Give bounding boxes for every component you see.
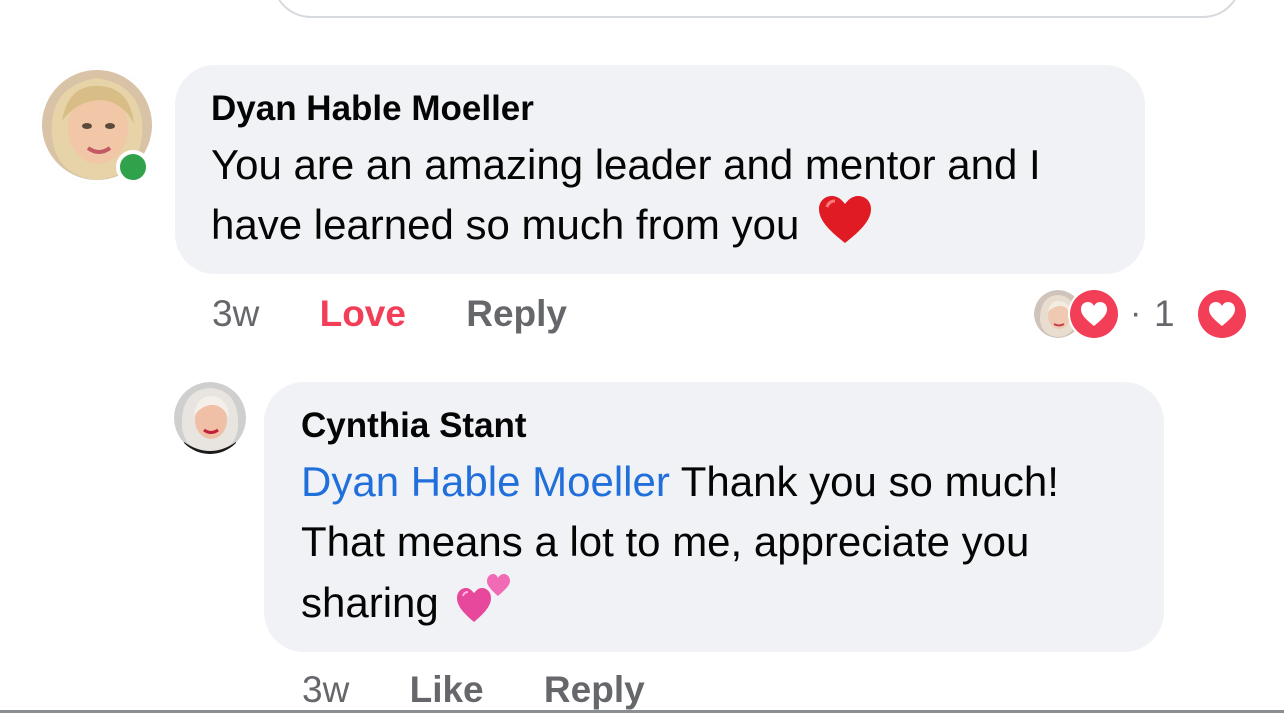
reaction-summary[interactable]: · 1 [1034,288,1249,340]
two-hearts-icon [456,572,512,640]
red-heart-icon [817,195,873,261]
comment-time: 3w [212,293,260,334]
love-reaction-icon [1196,288,1248,340]
reaction-count: 1 [1154,293,1175,334]
reply-button[interactable]: Reply [544,668,645,712]
comment-text: You are an amazing leader and mentor and… [211,135,1109,261]
comment-input-field[interactable] [272,0,1242,18]
love-reaction-icon [1068,288,1120,340]
reply-actions: 3w Like Reply [302,668,645,712]
comment-text: Dyan Hable Moeller Thank you so much! Th… [301,452,1127,640]
comment-time: 3w [302,669,350,710]
online-status-indicator [116,150,150,184]
comment-author[interactable]: Cynthia Stant [301,406,1127,446]
reply-bubble: Cynthia Stant Dyan Hable Moeller Thank y… [264,382,1164,652]
reaction-separator: · [1130,294,1142,332]
comment-actions: 3w Love Reply [212,292,567,336]
like-button[interactable]: Like [410,668,484,712]
love-button[interactable]: Love [320,292,406,336]
mention-link[interactable]: Dyan Hable Moeller [301,458,670,505]
comment-author[interactable]: Dyan Hable Moeller [211,89,1109,129]
comment-bubble: Dyan Hable Moeller You are an amazing le… [175,65,1145,274]
reply-button[interactable]: Reply [466,292,567,336]
avatar[interactable] [174,382,246,454]
